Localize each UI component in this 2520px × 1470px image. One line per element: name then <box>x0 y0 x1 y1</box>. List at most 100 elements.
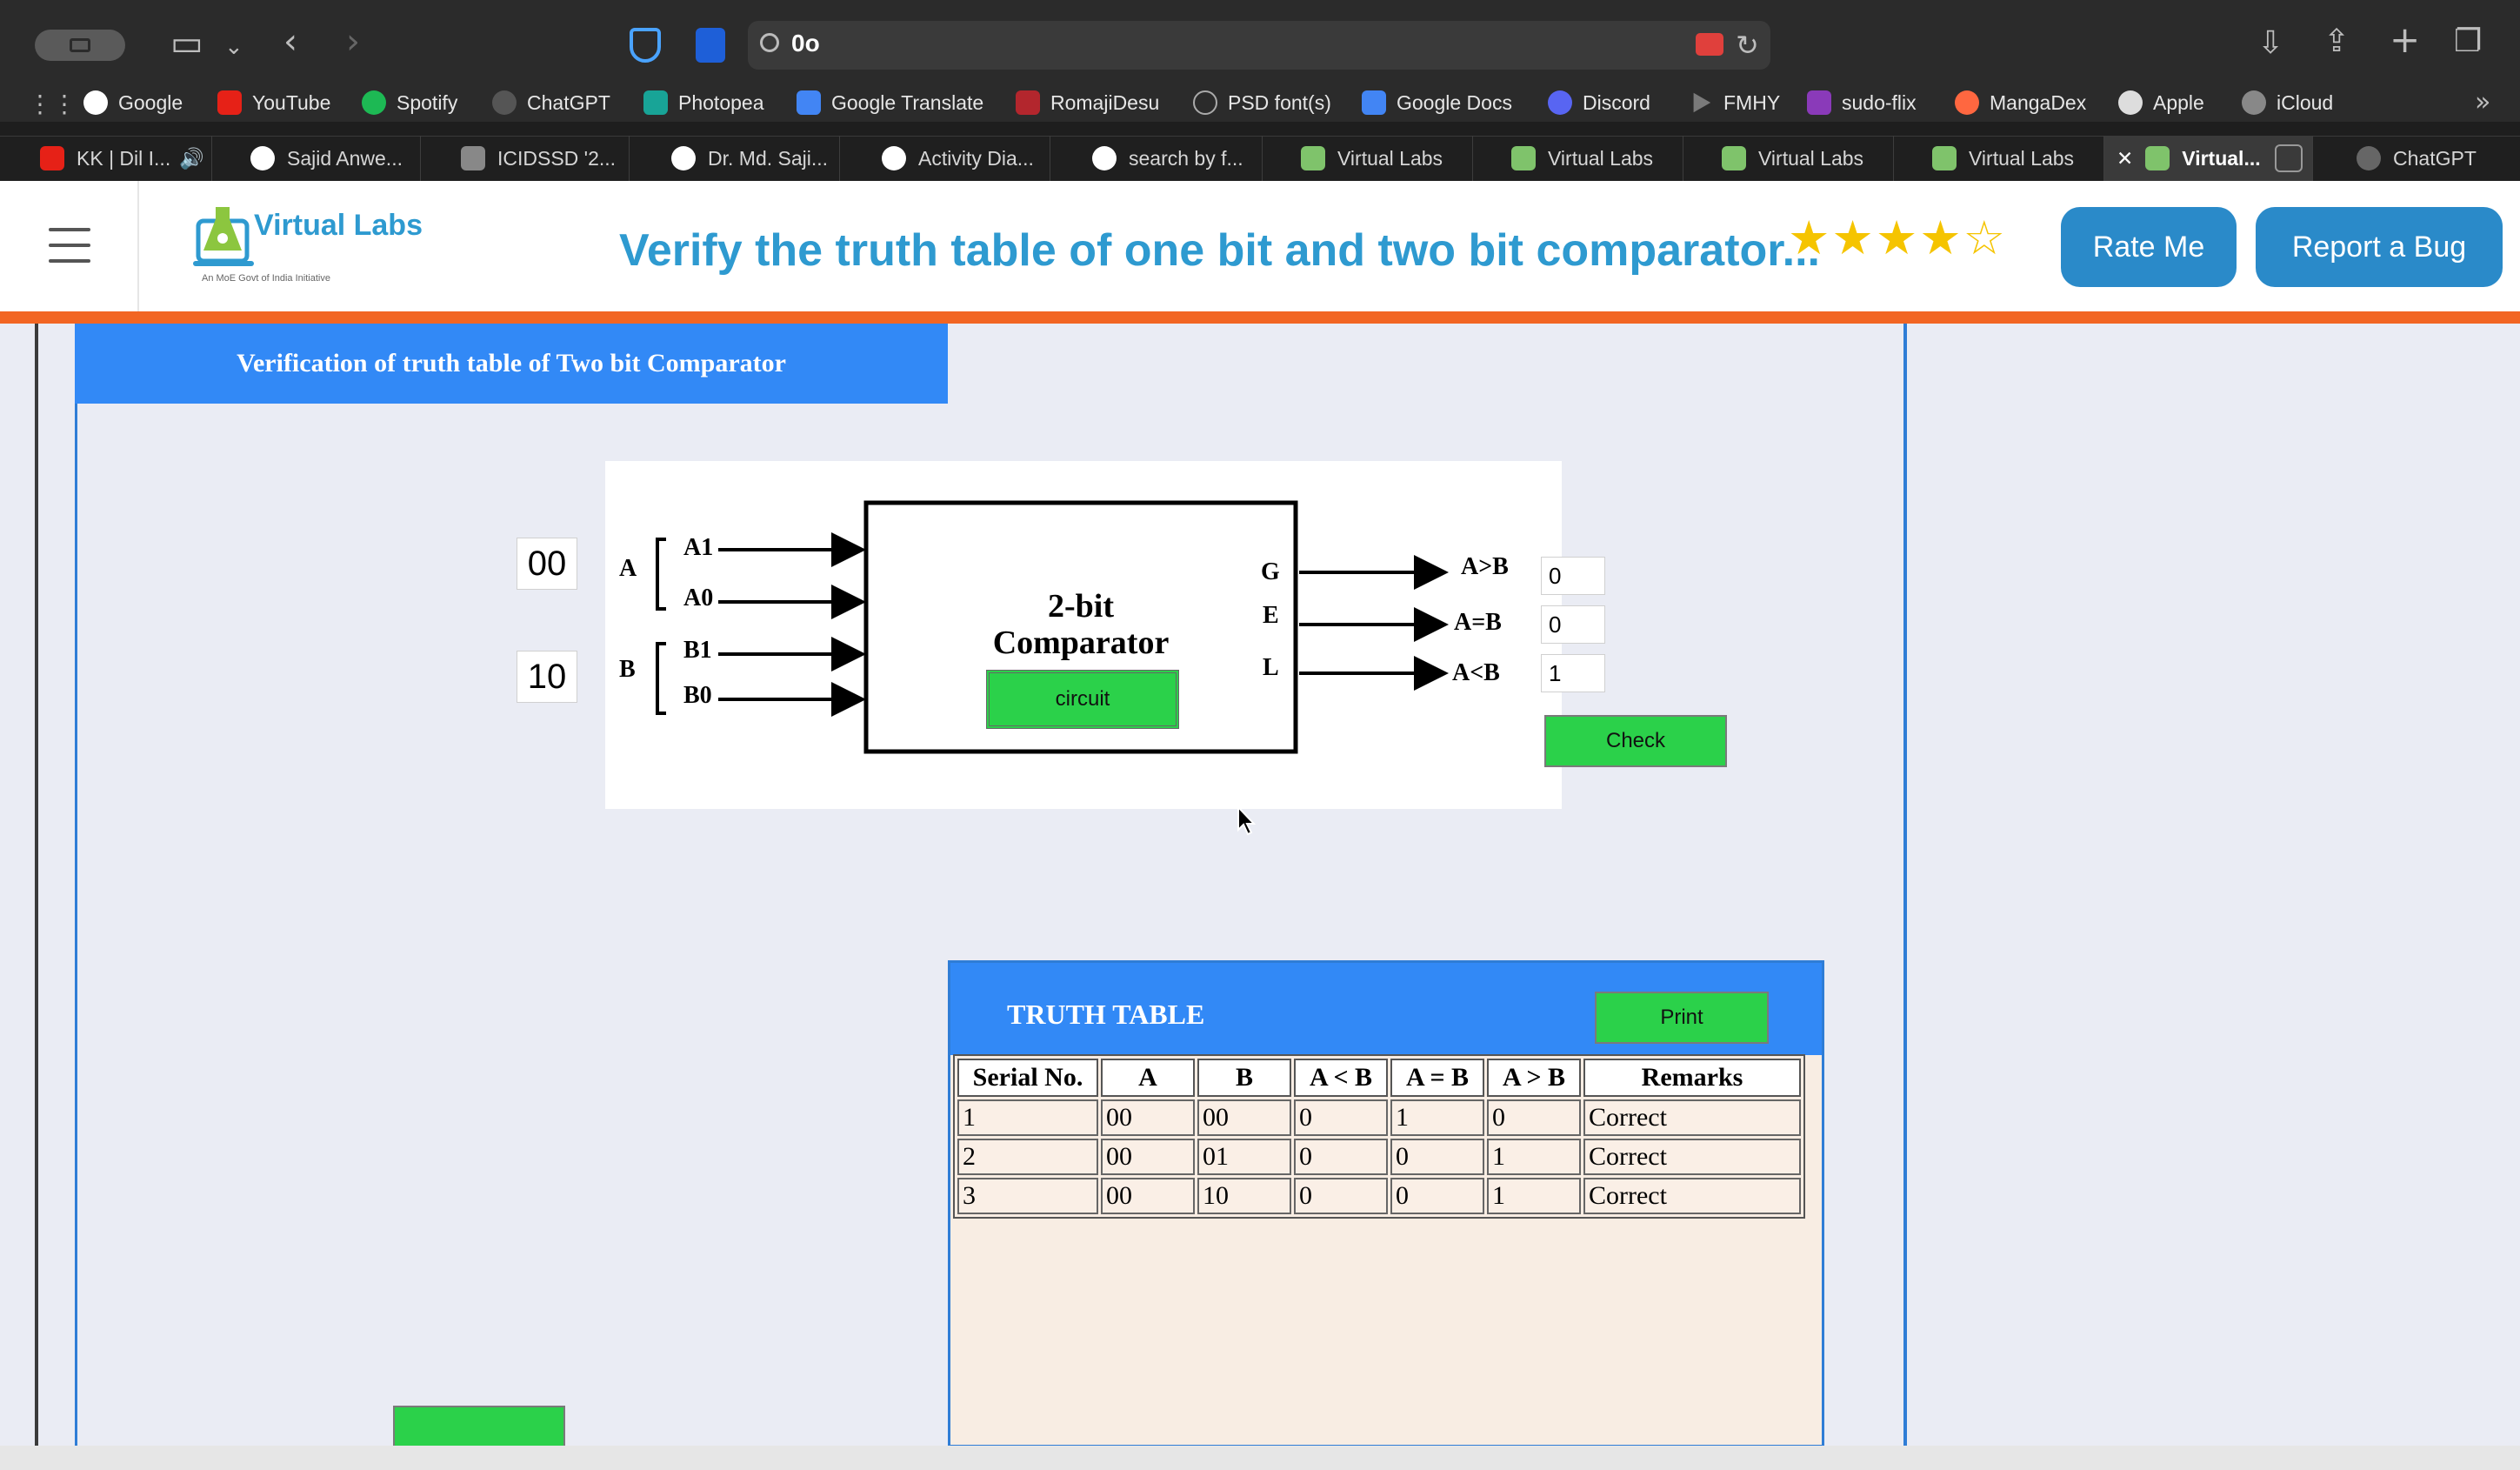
tab-virtual-labs-1[interactable]: Virtual Labs <box>1282 136 1473 181</box>
table-cell: 00 <box>1101 1139 1195 1175</box>
more-bookmarks-icon[interactable]: » <box>2475 85 2490 120</box>
bookmark-google[interactable]: Google <box>83 89 183 117</box>
bookmark-mangadex[interactable]: MangaDex <box>1955 89 2086 117</box>
tab-virtual-labs-4[interactable]: Virtual Labs <box>1913 136 2104 181</box>
column-header: Serial No. <box>957 1059 1098 1097</box>
table-row: 1 00 00 0 1 0 Correct <box>957 1099 1801 1136</box>
hamburger-menu-icon[interactable] <box>49 228 90 263</box>
bookmark-psd-fonts[interactable]: PSD font(s) <box>1193 89 1331 117</box>
bookmark-photopea[interactable]: Photopea <box>643 89 763 117</box>
bookmark-spotify[interactable]: Spotify <box>362 89 457 117</box>
report-bug-button[interactable]: Report a Bug <box>2256 207 2503 287</box>
new-tab-icon[interactable]: + <box>2390 22 2420 58</box>
apps-grid-icon[interactable]: ⋮⋮ <box>28 87 77 122</box>
output-eq-field[interactable]: 0 <box>1541 605 1605 644</box>
bookmark-chatgpt[interactable]: ChatGPT <box>492 89 610 117</box>
output-gt-field[interactable]: 0 <box>1541 557 1605 595</box>
google-icon <box>250 146 275 170</box>
table-cell: 00 <box>1101 1099 1195 1136</box>
tab-virtual-labs-2[interactable]: Virtual Labs <box>1492 136 1683 181</box>
bookmark-apple[interactable]: Apple <box>2118 89 2204 117</box>
virtual-labs-icon <box>1722 146 1746 170</box>
table-cell: 0 <box>1294 1139 1388 1175</box>
privacy-shield-icon[interactable] <box>630 28 661 63</box>
close-tab-icon[interactable]: ✕ <box>2117 147 2133 170</box>
rating-stars[interactable]: ★★★★☆ <box>1788 210 2007 265</box>
bracket-b-icon <box>656 642 666 715</box>
download-icon[interactable]: ⇩ <box>2257 26 2283 61</box>
speaker-icon[interactable]: 🔊 <box>179 147 204 170</box>
profile-switch-icon[interactable] <box>35 30 125 61</box>
romajidesu-icon <box>1016 90 1040 115</box>
bookmark-google-translate[interactable]: Google Translate <box>797 89 983 117</box>
sidebar-menu-chevron-icon[interactable]: ⌄ <box>224 30 243 64</box>
check-button[interactable]: Check <box>1544 715 1727 767</box>
table-header-row: Serial No. A B A < B A = B A > B Remarks <box>957 1059 1801 1097</box>
tab-icidssd[interactable]: ICIDSSD '2... <box>438 136 630 181</box>
label-b1: B1 <box>683 637 712 664</box>
forward-icon[interactable]: › <box>346 24 360 59</box>
output-lt-field[interactable]: 1 <box>1541 654 1605 692</box>
label-e: E <box>1263 602 1279 629</box>
bookmark-icloud[interactable]: iCloud <box>2242 89 2333 117</box>
bitwarden-extension-icon[interactable] <box>696 28 725 63</box>
sidebar-toggle-icon[interactable]: ▭ <box>170 26 203 61</box>
input-b-field[interactable]: 10 <box>517 651 577 703</box>
bookmark-romajidesu[interactable]: RomajiDesu <box>1016 89 1159 117</box>
comparator-diagram: A B A1 A0 B1 B0 2-bit Comparator circuit… <box>605 461 1562 809</box>
discord-icon <box>1548 90 1572 115</box>
spotify-icon <box>362 90 386 115</box>
table-cell: Correct <box>1583 1178 1801 1214</box>
virtual-labs-icon <box>2145 146 2170 170</box>
rate-me-button[interactable]: Rate Me <box>2061 207 2237 287</box>
label-out-gt: A>B <box>1461 553 1509 580</box>
google-icon <box>671 146 696 170</box>
chatgpt-icon <box>2357 146 2381 170</box>
chatgpt-icon <box>492 90 517 115</box>
column-header: A > B <box>1487 1059 1581 1097</box>
share-icon[interactable]: ⇪ <box>2323 24 2350 59</box>
reload-icon[interactable]: ↻ <box>1736 28 1759 63</box>
table-cell: Correct <box>1583 1099 1801 1136</box>
tab-kk[interactable]: KK | Dil I... 🔊 <box>23 136 212 181</box>
circuit-button[interactable]: circuit <box>986 670 1179 729</box>
tab-chatgpt[interactable]: ChatGPT <box>2317 136 2520 181</box>
table-cell: 1 <box>1487 1139 1581 1175</box>
comparator-label: 2-bit Comparator <box>866 588 1296 661</box>
screen-record-icon[interactable] <box>1696 33 1723 56</box>
address-text[interactable]: 0o <box>791 30 820 57</box>
google-icon <box>1092 146 1117 170</box>
table-cell: 0 <box>1294 1178 1388 1214</box>
bookmark-discord[interactable]: Discord <box>1548 89 1650 117</box>
bracket-a-icon <box>656 538 666 611</box>
label-a: A <box>619 555 637 582</box>
bookmark-fmhy[interactable]: FMHY <box>1689 89 1780 117</box>
table-cell: 0 <box>1390 1178 1484 1214</box>
tab-sajid[interactable]: Sajid Anwe... <box>230 136 421 181</box>
input-a-field[interactable]: 00 <box>517 538 577 590</box>
picture-in-picture-icon[interactable] <box>2274 144 2303 172</box>
column-header: A = B <box>1390 1059 1484 1097</box>
table-cell: 01 <box>1197 1139 1291 1175</box>
address-bar[interactable] <box>748 21 1770 70</box>
tab-virtual-labs-3[interactable]: Virtual Labs <box>1703 136 1894 181</box>
tab-virtual-active[interactable]: ✕ Virtual... <box>2104 136 2313 181</box>
tab-activity-dia[interactable]: Activity Dia... <box>859 136 1050 181</box>
label-a0: A0 <box>683 585 714 611</box>
tab-search-by[interactable]: search by f... <box>1070 136 1263 181</box>
print-button[interactable]: Print <box>1595 992 1769 1044</box>
table-row: 3 00 10 0 0 1 Correct <box>957 1178 1801 1214</box>
icloud-icon <box>2242 90 2266 115</box>
bookmark-sudo-flix[interactable]: sudo-flix <box>1807 89 1917 117</box>
tab-overview-icon[interactable]: ❐ <box>2454 24 2482 59</box>
google-icon <box>882 146 906 170</box>
truth-table: Serial No. A B A < B A = B A > B Remarks… <box>953 1054 1805 1219</box>
bookmark-youtube[interactable]: YouTube <box>217 89 330 117</box>
journal-icon <box>461 146 485 170</box>
bookmark-google-docs[interactable]: Google Docs <box>1362 89 1512 117</box>
globe-icon <box>1193 90 1217 115</box>
tab-dr-md-saji[interactable]: Dr. Md. Saji... <box>649 136 840 181</box>
back-icon[interactable]: ‹ <box>283 24 297 59</box>
table-cell: 1 <box>1487 1178 1581 1214</box>
partial-green-button[interactable] <box>393 1406 565 1446</box>
